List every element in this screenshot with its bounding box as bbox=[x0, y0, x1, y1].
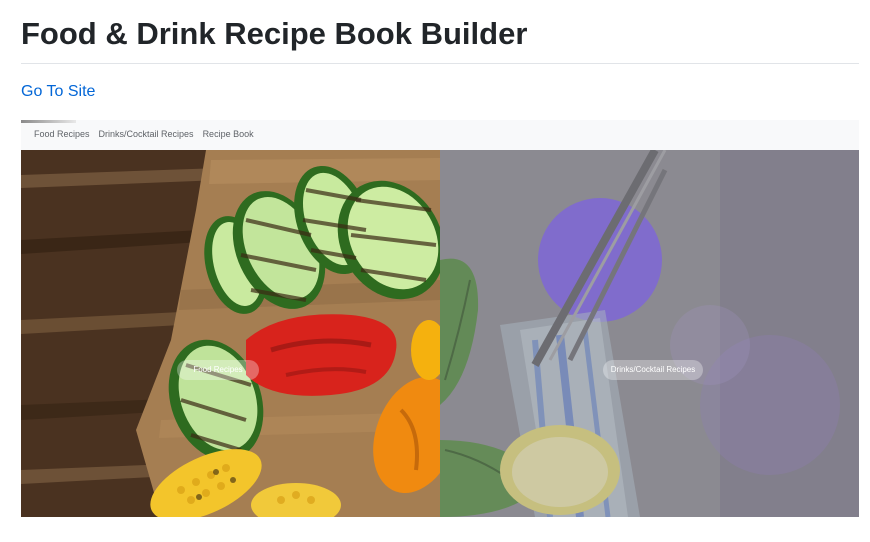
preview-panels: Food Recipes Drinks/Cocktail Recipes bbox=[21, 150, 859, 517]
site-preview: Food Recipes Drinks/Cocktail Recipes Rec… bbox=[21, 120, 859, 517]
page: Food & Drink Recipe Book Builder Go To S… bbox=[0, 0, 870, 542]
navbar-accent bbox=[21, 120, 76, 123]
nav-item-recipe-book[interactable]: Recipe Book bbox=[203, 129, 254, 139]
food-recipes-button[interactable]: Food Recipes bbox=[177, 360, 259, 380]
food-image bbox=[21, 150, 440, 517]
food-panel[interactable]: Food Recipes bbox=[21, 150, 440, 517]
nav-item-drinks-recipes[interactable]: Drinks/Cocktail Recipes bbox=[99, 129, 194, 139]
go-to-site-link[interactable]: Go To Site bbox=[21, 82, 95, 102]
preview-nav-items: Food Recipes Drinks/Cocktail Recipes Rec… bbox=[34, 129, 254, 139]
preview-navbar: Food Recipes Drinks/Cocktail Recipes Rec… bbox=[21, 120, 859, 150]
drinks-recipes-button[interactable]: Drinks/Cocktail Recipes bbox=[603, 360, 703, 380]
drinks-panel[interactable]: Drinks/Cocktail Recipes bbox=[440, 150, 859, 517]
title-divider bbox=[21, 63, 859, 64]
page-title: Food & Drink Recipe Book Builder bbox=[21, 16, 528, 51]
nav-item-food-recipes[interactable]: Food Recipes bbox=[34, 129, 90, 139]
drinks-image bbox=[440, 150, 859, 517]
